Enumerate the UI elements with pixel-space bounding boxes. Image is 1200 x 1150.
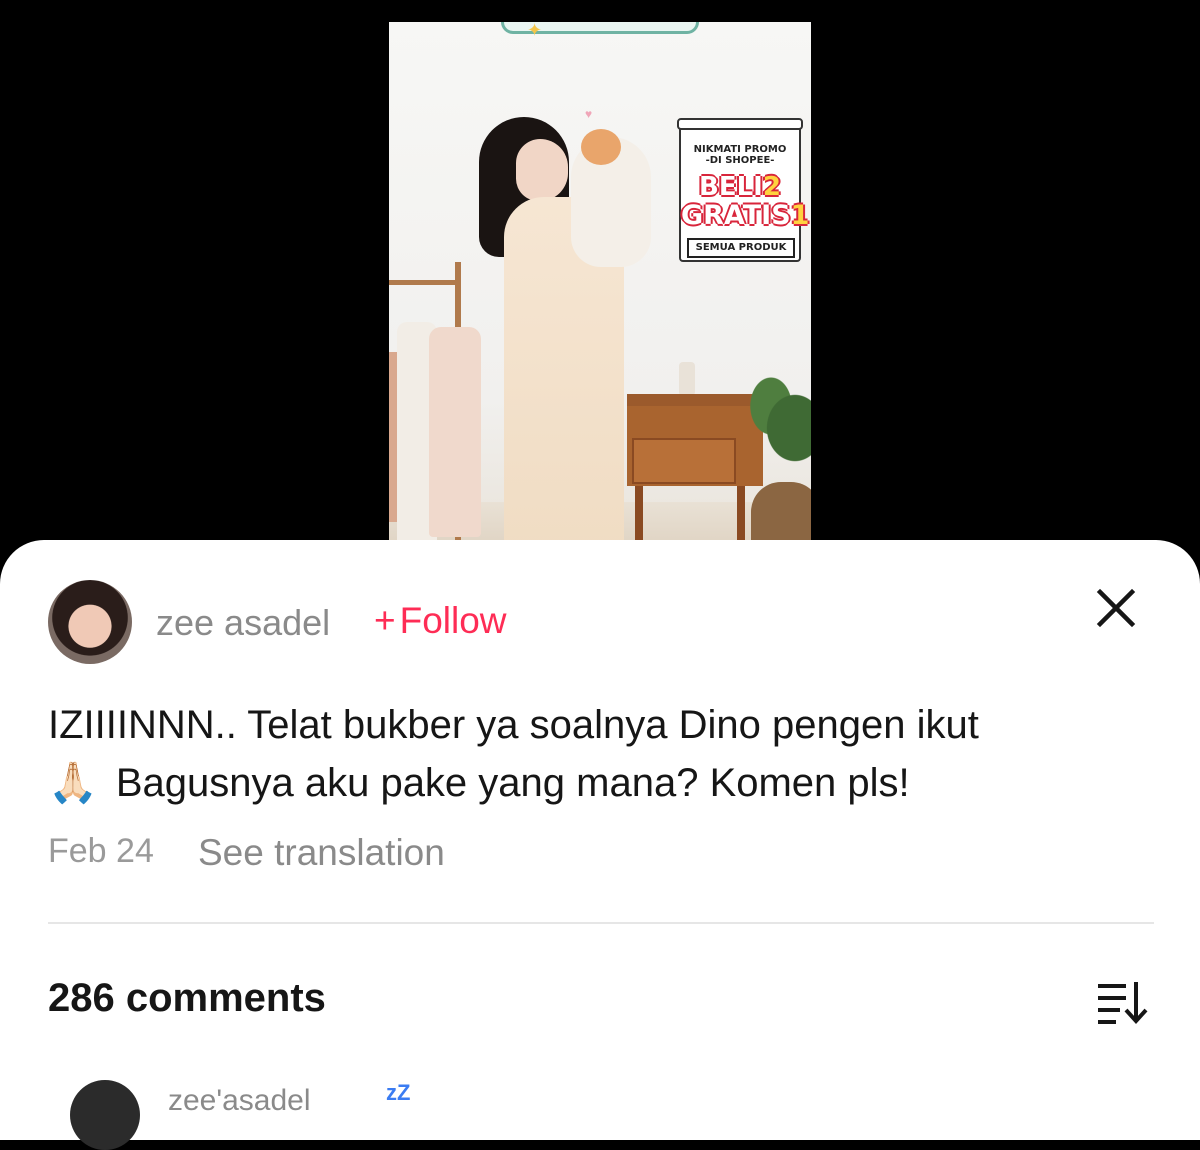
plant: [739, 362, 811, 472]
post-detail-sheet: zee asadel + Follow IZIIIINNN.. Telat buk…: [0, 540, 1200, 1150]
promo-headline2: GRATIS1: [681, 200, 810, 231]
post-date: Feb 24: [48, 832, 154, 870]
see-translation-link[interactable]: See translation: [198, 832, 445, 874]
comment-username[interactable]: zee'asadel: [168, 1084, 311, 1118]
cat-figure: [571, 129, 651, 267]
promo-footer: SEMUA PRODUK: [687, 238, 795, 258]
divider: [48, 922, 1154, 924]
post-caption: IZIIIINNN.. Telat bukber ya soalnya Dino…: [48, 696, 1158, 812]
close-icon[interactable]: [1094, 586, 1138, 630]
follow-button[interactable]: + Follow: [374, 600, 507, 642]
promo-sticker: NIKMATI PROMO -DI SHOPEE- BELI2 GRATIS1 …: [677, 118, 810, 262]
comment-count: 286 comments: [48, 976, 326, 1020]
diffuser: [679, 362, 695, 396]
video-preview[interactable]: ✦ ♥ NIKMATI PROMO -DI SHOPEE- BELI2 GRAT…: [389, 22, 811, 562]
promo-headline1: BELI2: [699, 172, 781, 202]
heart-icon: ♥: [585, 107, 593, 121]
caption-line: IZIIIINNN.. Telat bukber ya soalnya Dino…: [48, 703, 979, 747]
caption-text: Bagusnya aku pake yang mana? Komen pls!: [115, 761, 910, 805]
promo-line1: NIKMATI PROMO: [693, 144, 787, 155]
hanging-cloth: [429, 327, 481, 537]
comment-avatar[interactable]: [70, 1080, 140, 1150]
follow-label: Follow: [399, 600, 507, 641]
avatar[interactable]: [48, 580, 132, 664]
caption-line: 🙏🏻 Bagusnya aku pake yang mana? Komen pls…: [48, 754, 1158, 812]
sort-icon[interactable]: [1096, 980, 1150, 1024]
sparkle-icon: ✦: [527, 22, 543, 40]
username[interactable]: zee asadel: [156, 602, 330, 644]
folded-hands-icon: 🙏🏻: [48, 760, 98, 806]
sleep-badge: zZ: [386, 1080, 411, 1105]
plus-icon: +: [374, 600, 396, 641]
promo-line2: -DI SHOPEE-: [705, 155, 775, 166]
